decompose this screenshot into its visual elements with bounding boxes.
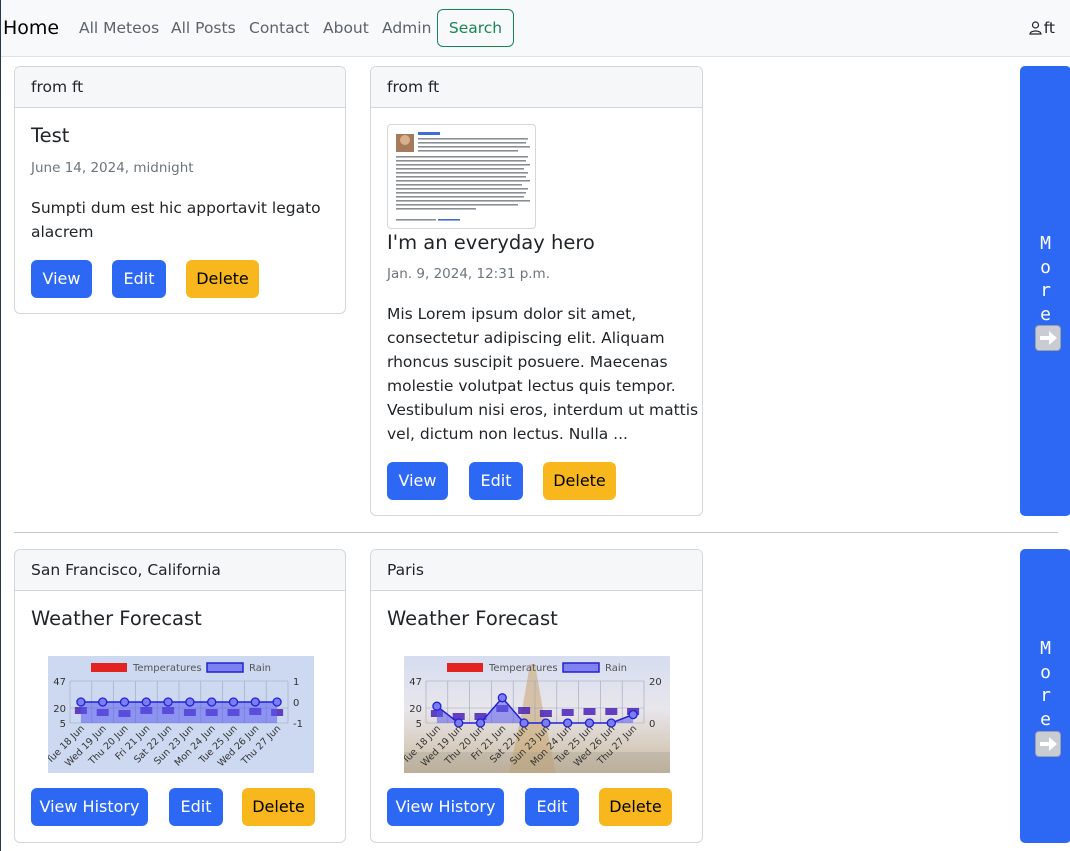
y-tick-left: 20	[53, 704, 66, 715]
y-tick-right: 0	[293, 698, 299, 709]
delete-button[interactable]: Delete	[186, 260, 259, 298]
card-header: San Francisco, California	[15, 550, 345, 591]
navbar: Home All Meteos All Posts Contact About …	[1, 0, 1070, 57]
y-tick-left: 47	[53, 677, 66, 688]
edit-button[interactable]: Edit	[525, 788, 579, 826]
nav-admin[interactable]: Admin	[382, 19, 431, 37]
nav-contact[interactable]: Contact	[249, 19, 309, 37]
view-button[interactable]: View	[31, 260, 92, 298]
rain-point	[250, 697, 260, 707]
weather-chart: Temperatures Rain 5 20 47 0 20 Tue 18 Jun Wed 19…	[404, 656, 670, 773]
rain-point	[76, 697, 86, 707]
rain-point	[163, 697, 173, 707]
search-button[interactable]: Search	[437, 9, 514, 47]
legend-swatch-temperatures	[91, 663, 127, 672]
post-date: Jan. 9, 2024, 12:31 p.m.	[387, 266, 551, 282]
weather-chart-svg: Temperatures Rain52047-101Tue 18 JunWed 1…	[48, 662, 303, 769]
more-label: M o r e	[1040, 638, 1051, 730]
person-icon	[1029, 21, 1042, 35]
card-header: Paris	[371, 550, 702, 591]
legend-label-rain: Rain	[249, 663, 271, 674]
legend-swatch-temperatures	[447, 663, 483, 672]
post-date: June 14, 2024, midnight	[31, 160, 194, 176]
edit-button[interactable]: Edit	[469, 462, 523, 500]
y-tick-left: 47	[409, 677, 422, 688]
legend-label-temperatures: Temperatures	[132, 663, 202, 674]
post-card: from ft I'm an everyday hero Jan. 9, 202…	[370, 66, 703, 516]
rain-point	[432, 701, 442, 711]
temperature-bar	[605, 708, 618, 715]
delete-button[interactable]: Delete	[242, 788, 315, 826]
nav-all-posts[interactable]: All Posts	[171, 19, 236, 37]
weather-chart-svg: Temperatures Rain52047020Tue 18 JunWed 19…	[404, 662, 662, 769]
delete-button[interactable]: Delete	[543, 462, 616, 500]
rain-area	[80, 702, 278, 723]
y-tick-right: 1	[293, 677, 299, 688]
user-menu[interactable]: ft	[1029, 19, 1055, 37]
rain-point	[141, 697, 151, 707]
temperature-bar	[561, 709, 574, 716]
rain-point	[98, 697, 108, 707]
meteo-card: San Francisco, California Weather Foreca…	[14, 549, 346, 843]
post-card: from ft Test June 14, 2024, midnight Sum…	[14, 66, 346, 314]
post-thumbnail-graphic	[396, 132, 530, 221]
legend-swatch-rain	[206, 662, 244, 673]
user-name: ft	[1043, 19, 1055, 37]
meteo-title: Weather Forecast	[31, 607, 202, 630]
y-tick-right: 20	[649, 677, 662, 688]
post-excerpt: Mis Lorem ipsum dolor sit amet, consecte…	[387, 305, 699, 443]
delete-button[interactable]: Delete	[599, 788, 672, 826]
rain-point	[207, 697, 217, 707]
rain-point	[119, 697, 130, 707]
more-meteos-button[interactable]: M o r e	[1020, 549, 1070, 843]
edit-button[interactable]: Edit	[169, 788, 223, 826]
meteo-card: Paris Weather Forecast Temperatures Rain 5…	[370, 549, 703, 843]
post-excerpt: Sumpti dum est hic apportavit legato ala…	[31, 199, 321, 241]
temperature-bar	[583, 708, 596, 715]
legend-label-temperatures: Temperatures	[488, 663, 558, 674]
nav-home[interactable]: Home	[3, 17, 59, 39]
legend-label-rain: Rain	[605, 663, 627, 674]
post-screenshot-image[interactable]	[387, 124, 536, 229]
y-tick-left: 20	[409, 704, 422, 715]
y-tick-left: 5	[60, 719, 66, 730]
rain-point	[628, 709, 638, 720]
nav-all-meteos[interactable]: All Meteos	[79, 19, 159, 37]
temperature-bar	[518, 707, 531, 714]
y-tick-right: 0	[649, 719, 655, 730]
view-button[interactable]: View	[387, 462, 448, 500]
arrow-right-icon	[1035, 325, 1061, 351]
temperature-bar	[539, 710, 552, 717]
post-title: I'm an everyday hero	[387, 231, 595, 254]
rain-point	[228, 697, 239, 707]
view-history-button[interactable]: View History	[387, 788, 504, 826]
rain-point	[272, 697, 282, 707]
more-label: M o r e	[1040, 233, 1051, 325]
y-tick-right: -1	[293, 719, 303, 730]
rain-point	[497, 693, 507, 703]
view-history-button[interactable]: View History	[31, 788, 148, 826]
rain-point	[185, 697, 195, 707]
card-header: from ft	[15, 67, 345, 108]
arrow-right-icon	[1035, 731, 1061, 757]
card-header: from ft	[371, 67, 702, 108]
section-divider	[14, 532, 1058, 533]
nav-about[interactable]: About	[323, 19, 369, 37]
y-tick-left: 5	[416, 719, 422, 730]
more-posts-button[interactable]: M o r e	[1020, 66, 1070, 516]
weather-chart: Temperatures Rain 5 20 47 -1 0 1 Tue 18 Jun Wed 1…	[48, 656, 314, 773]
edit-button[interactable]: Edit	[112, 260, 166, 298]
legend-swatch-rain	[562, 662, 600, 673]
post-title: Test	[31, 124, 70, 147]
meteo-title: Weather Forecast	[387, 607, 558, 630]
